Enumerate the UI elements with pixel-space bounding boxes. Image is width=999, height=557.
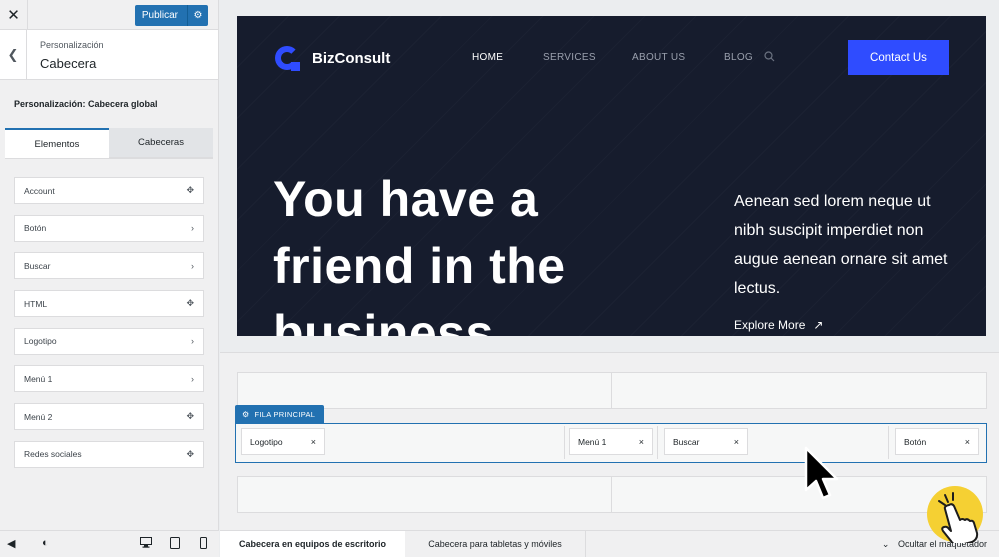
section-header: ❮ Personalización Cabecera bbox=[0, 30, 218, 80]
element-label: Redes sociales bbox=[24, 449, 82, 460]
element-item-menu-2[interactable]: Menú 2 ✥ bbox=[14, 403, 204, 431]
chip-label: Buscar bbox=[673, 436, 700, 447]
remove-icon[interactable]: × bbox=[965, 437, 970, 447]
gear-icon: ⚙ bbox=[242, 409, 250, 419]
chevron-right-icon: › bbox=[191, 336, 194, 347]
tablet-icon[interactable] bbox=[170, 537, 180, 552]
tab-mobile-header[interactable]: Cabecera para tabletas y móviles bbox=[405, 531, 586, 557]
hero-title: You have a friend in the business bbox=[273, 166, 653, 336]
builder-bottom-bar: Cabecera en equipos de escritorio Cabece… bbox=[220, 530, 999, 557]
element-label: Account bbox=[24, 185, 55, 196]
remove-icon[interactable]: × bbox=[639, 437, 644, 447]
move-icon[interactable]: ✥ bbox=[186, 185, 194, 196]
hand-pointer-icon bbox=[927, 486, 983, 543]
element-item-html[interactable]: HTML ✥ bbox=[14, 290, 204, 318]
mobile-icon[interactable] bbox=[200, 537, 207, 552]
breadcrumb: Personalización bbox=[40, 40, 104, 50]
main-row-label-text: FILA PRINCIPAL bbox=[254, 409, 316, 419]
element-item-boton[interactable]: Botón › bbox=[14, 214, 204, 242]
element-label: Menú 1 bbox=[24, 373, 53, 384]
element-label: HTML bbox=[24, 298, 48, 309]
element-item-logotipo[interactable]: Logotipo › bbox=[14, 327, 204, 355]
tab-elementos[interactable]: Elementos bbox=[5, 128, 109, 158]
builder-row-bottom[interactable] bbox=[237, 476, 987, 513]
dark-mode-icon[interactable]: ◐ bbox=[42, 537, 49, 549]
search-icon[interactable] bbox=[764, 51, 775, 62]
element-item-menu-1[interactable]: Menú 1 › bbox=[14, 365, 204, 393]
sidebar-topbar: ✕ Publicar ⚙ bbox=[0, 0, 218, 30]
chip-label: Logotipo bbox=[250, 436, 283, 447]
panel-description: Personalización: Cabecera global bbox=[14, 99, 158, 109]
site-preview: BizConsult HOME SERVICES ABOUT US BLOG C… bbox=[237, 16, 986, 336]
chevron-right-icon: › bbox=[191, 373, 194, 384]
sidebar-footer: ◀ ◐ bbox=[0, 530, 219, 557]
builder-row-main[interactable]: Logotipo × Menú 1 × Buscar × Botón × bbox=[235, 423, 987, 463]
publish-button[interactable]: Publicar ⚙ bbox=[134, 5, 208, 26]
nav-home[interactable]: HOME bbox=[472, 52, 503, 63]
nav-services[interactable]: SERVICES bbox=[543, 52, 596, 63]
collapse-icon[interactable]: ◀ bbox=[7, 537, 15, 550]
panel-tabs: Elementos Cabeceras bbox=[5, 128, 213, 158]
element-label: Logotipo bbox=[24, 336, 57, 347]
site-logo[interactable]: BizConsult bbox=[275, 46, 391, 71]
close-icon[interactable]: ✕ bbox=[0, 0, 28, 30]
hero-title-line: friend in the bbox=[273, 238, 566, 294]
chevron-down-icon: ⌄ bbox=[881, 539, 890, 549]
remove-icon[interactable]: × bbox=[311, 437, 316, 447]
explore-more-link[interactable]: Explore More ↗ bbox=[734, 318, 823, 332]
customizer-sidebar: ✕ Publicar ⚙ ❮ Personalización Cabecera … bbox=[0, 0, 219, 557]
element-label: Buscar bbox=[24, 260, 51, 271]
move-icon[interactable]: ✥ bbox=[186, 298, 194, 309]
chip-label: Botón bbox=[904, 436, 927, 447]
contact-us-button[interactable]: Contact Us bbox=[848, 40, 949, 75]
chevron-left-icon[interactable]: ❮ bbox=[0, 30, 27, 80]
mouse-pointer-icon bbox=[804, 446, 839, 500]
chip-boton[interactable]: Botón × bbox=[895, 428, 979, 455]
element-label: Botón bbox=[24, 223, 47, 234]
nav-blog[interactable]: BLOG bbox=[724, 52, 753, 63]
element-item-redes-sociales[interactable]: Redes sociales ✥ bbox=[14, 440, 204, 468]
hero-title-line: You have a bbox=[273, 171, 539, 227]
publish-label: Publicar bbox=[141, 10, 178, 21]
header-builder: ⚙ FILA PRINCIPAL Logotipo × Menú 1 × Bus… bbox=[220, 352, 999, 532]
explore-more-label: Explore More bbox=[734, 318, 806, 332]
move-icon[interactable]: ✥ bbox=[186, 411, 194, 422]
chip-logotipo[interactable]: Logotipo × bbox=[241, 428, 325, 455]
brand-logo-icon bbox=[275, 46, 300, 71]
brand-name: BizConsult bbox=[312, 49, 391, 67]
move-icon[interactable]: ✥ bbox=[186, 449, 194, 460]
chip-label: Menú 1 bbox=[578, 436, 607, 447]
hero-description: Aenean sed lorem neque ut nibh suscipit … bbox=[734, 193, 948, 297]
arrow-up-right-icon: ↗ bbox=[813, 318, 824, 332]
hero-title-line: business bbox=[273, 305, 494, 336]
section-title: Cabecera bbox=[40, 56, 97, 71]
desktop-icon[interactable] bbox=[140, 537, 152, 551]
element-label: Menú 2 bbox=[24, 411, 53, 422]
chip-menu-1[interactable]: Menú 1 × bbox=[569, 428, 653, 455]
element-item-buscar[interactable]: Buscar › bbox=[14, 252, 204, 280]
element-item-account[interactable]: Account ✥ bbox=[14, 177, 204, 204]
nav-about-us[interactable]: ABOUT US bbox=[632, 52, 685, 63]
remove-icon[interactable]: × bbox=[734, 437, 739, 447]
gear-icon[interactable]: ⚙ bbox=[187, 5, 208, 26]
tab-cabeceras[interactable]: Cabeceras bbox=[109, 128, 213, 158]
chevron-right-icon: › bbox=[191, 223, 194, 234]
chip-buscar[interactable]: Buscar × bbox=[664, 428, 748, 455]
chevron-right-icon: › bbox=[191, 260, 194, 271]
builder-row-top[interactable] bbox=[237, 372, 987, 409]
main-row-label[interactable]: ⚙ FILA PRINCIPAL bbox=[235, 405, 325, 423]
tab-desktop-header[interactable]: Cabecera en equipos de escritorio bbox=[220, 531, 405, 557]
elements-list: Account ✥ Botón › Buscar › HTML ✥ Logoti… bbox=[0, 159, 218, 468]
